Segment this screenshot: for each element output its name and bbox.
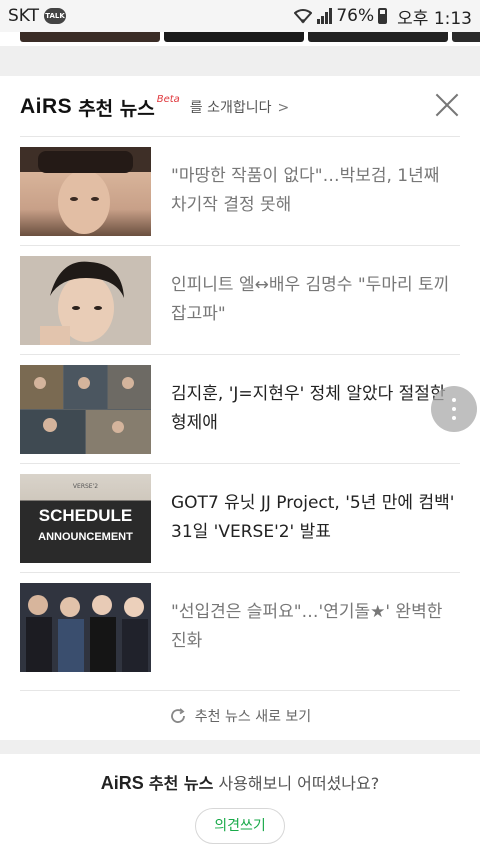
card-header: AiRS 추천 뉴스 Beta 를 소개합니다 >: [20, 92, 460, 122]
refresh-news-label: 추천 뉴스 새로 보기: [194, 708, 312, 725]
intro-link[interactable]: 를 소개합니다 >: [190, 97, 289, 117]
news-item[interactable]: "선입견은 슬퍼요"…'연기돌★' 완벽한 진화: [20, 572, 460, 681]
actors-group-image: [20, 582, 151, 672]
more-options-icon[interactable]: [431, 386, 477, 432]
news-title: GOT7 유닛 JJ Project, '5년 만에 컴백' 31일 'VERS…: [171, 493, 455, 542]
drama-collage-image: [20, 364, 151, 454]
battery-percent: 76%: [336, 6, 375, 26]
news-title: 인피니트 엘↔배우 김명수 "두마리 토끼 잡고파": [171, 275, 450, 324]
strip-thumbnail[interactable]: [452, 32, 480, 42]
chevron-right-icon: >: [277, 100, 290, 116]
signal-icon: [317, 8, 333, 24]
strip-thumbnail[interactable]: [164, 32, 304, 42]
card-title: 추천 뉴스: [78, 97, 155, 120]
announcement-text: ANNOUNCEMENT: [38, 531, 133, 543]
news-title: "선입견은 슬퍼요"…'연기돌★' 완벽한 진화: [171, 602, 443, 651]
airs-logo: AiRS: [100, 773, 144, 793]
portrait-image: [38, 150, 133, 234]
news-title: 김지훈, 'J=지현우' 정체 알았다 절절한 형제애: [171, 384, 446, 433]
refresh-news-button[interactable]: 추천 뉴스 새로 보기: [20, 690, 460, 740]
clock: 오후 1:13: [397, 8, 472, 29]
status-right: 76% 오후 1:13: [294, 4, 472, 29]
news-thumbnail: [20, 364, 151, 454]
strip-thumbnail[interactable]: [308, 32, 448, 42]
wifi-icon: [294, 9, 313, 24]
news-item[interactable]: "마땅한 작품이 없다"…박보검, 1년째 차기작 결정 못해: [20, 136, 460, 245]
news-list: "마땅한 작품이 없다"…박보검, 1년째 차기작 결정 못해 인피니트 엘↔배…: [20, 136, 460, 681]
battery-icon: [378, 8, 388, 24]
kakaotalk-icon: TALK: [44, 8, 67, 24]
news-item[interactable]: 인피니트 엘↔배우 김명수 "두마리 토끼 잡고파": [20, 245, 460, 354]
carrier-label: SKT: [8, 6, 40, 26]
refresh-icon: [170, 707, 185, 723]
news-title: "마땅한 작품이 없다"…박보검, 1년째 차기작 결정 못해: [171, 166, 440, 215]
portrait-image: [40, 261, 124, 345]
news-thumbnail: VERSE'2 SCHEDULE ANNOUNCEMENT: [20, 473, 151, 563]
news-thumbnail: [20, 146, 151, 236]
close-icon[interactable]: [434, 92, 460, 118]
intro-link-label: 를 소개합니다: [189, 100, 272, 116]
feedback-button[interactable]: 의견쓰기: [195, 808, 285, 844]
feedback-question: AiRS 추천 뉴스 사용해보니 어떠셨나요?: [0, 770, 480, 794]
status-bar: SKT TALK 76% 오후 1:13: [0, 0, 480, 32]
news-thumbnail: [20, 255, 151, 345]
airs-logo: AiRS: [20, 95, 73, 118]
strip-thumbnail[interactable]: [20, 32, 160, 42]
schedule-announcement-image: VERSE'2 SCHEDULE ANNOUNCEMENT: [38, 483, 133, 543]
footer-question-text: 사용해보니 어떠셨나요?: [218, 774, 380, 793]
feedback-section: AiRS 추천 뉴스 사용해보니 어떠셨나요? 의견쓰기: [0, 754, 480, 853]
news-item[interactable]: VERSE'2 SCHEDULE ANNOUNCEMENT GOT7 유닛 JJ…: [20, 463, 460, 572]
beta-badge: Beta: [156, 93, 180, 105]
news-thumbnail: [20, 582, 151, 672]
recommended-news-card: AiRS 추천 뉴스 Beta 를 소개합니다 > "마땅한 작품이 없다"…박보…: [0, 76, 480, 740]
verse-logo-text: VERSE'2: [73, 483, 98, 490]
previous-content-strip: [0, 32, 480, 46]
news-item[interactable]: 김지훈, 'J=지현우' 정체 알았다 절절한 형제애: [20, 354, 460, 463]
schedule-text: SCHEDULE: [39, 506, 133, 525]
footer-brand-sub: 추천 뉴스: [148, 774, 214, 793]
